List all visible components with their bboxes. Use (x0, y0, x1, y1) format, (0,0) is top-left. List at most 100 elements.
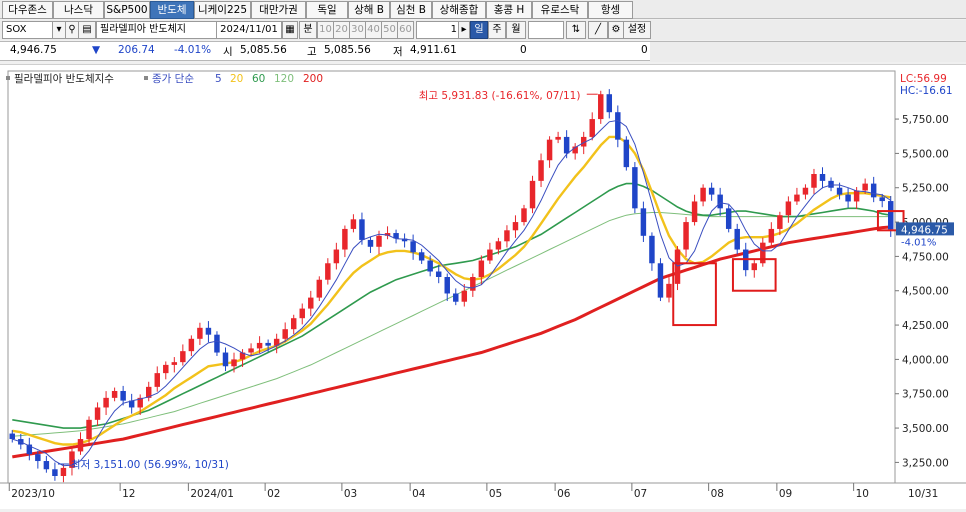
high-price: 5,085.56 (324, 44, 371, 56)
plot-frame (7, 70, 896, 484)
period-60-button[interactable]: 60 (397, 21, 414, 39)
tab-10[interactable]: 홍콩 H (486, 1, 532, 19)
candle (316, 276, 323, 302)
x-tick-label: 10 (856, 488, 869, 500)
hc-label: HC:-16.61 (900, 85, 953, 97)
x-tick-label: 09 (779, 488, 792, 500)
day-button[interactable]: 일 (470, 21, 488, 39)
last-pct-axis-label: -4.01% (901, 237, 936, 248)
legend-ma-200: 200 (303, 73, 323, 85)
x-tick-label: 05 (489, 488, 502, 500)
candle (657, 258, 664, 302)
candle (598, 90, 604, 124)
legend-ma-20: 20 (230, 73, 243, 85)
price-bar-blank (650, 42, 966, 62)
tab-1[interactable]: 나스닥 (53, 1, 104, 19)
open-price: 5,085.56 (240, 44, 287, 56)
period-10-button[interactable]: 10 (317, 21, 334, 39)
legend-price-type: 종가 단순 (152, 73, 194, 85)
x-tick-label: 2024/01 (190, 488, 234, 500)
legend-bullet (144, 76, 148, 80)
candle (529, 175, 536, 214)
x-tick-label: 07 (634, 488, 647, 500)
x-tick-label: 10/31 (908, 488, 938, 500)
candle (674, 246, 681, 291)
tab-9[interactable]: 상해종합 (432, 1, 486, 19)
legend-ma-5: 5 (215, 73, 222, 85)
x-tick-label: 12 (122, 488, 135, 500)
high-label: 고 (307, 46, 317, 58)
blank-field[interactable] (528, 21, 564, 39)
chart-toolbar: SOX ▾ ⚲ ▤ 필라델피아 반도체지 2024/11/01 ▦ 분 10 2… (0, 20, 966, 40)
period-50-button[interactable]: 50 (381, 21, 398, 39)
legend-bullet (6, 76, 10, 80)
tab-2[interactable]: S&P500 (104, 1, 150, 19)
tab-6[interactable]: 독일 (306, 1, 348, 19)
period-30-button[interactable]: 30 (349, 21, 366, 39)
date-field[interactable]: 2024/11/01 (216, 21, 282, 39)
candle (725, 204, 732, 233)
y-tick-label: 4,000.00 (902, 354, 949, 366)
open-label: 시 (223, 46, 233, 58)
y-tick-label: 5,250.00 (902, 183, 949, 195)
tab-5[interactable]: 대만가권 (251, 1, 306, 19)
price-change: 206.74 (118, 44, 155, 56)
y-tick-label: 3,500.00 (902, 423, 949, 435)
chart-title: 필라델피아 반도체지수 (14, 73, 114, 85)
count-input[interactable]: 1 (416, 21, 460, 39)
price-bar: 4,946.75 ▼ 206.74 -4.01% 시 5,085.56 고 5,… (0, 41, 966, 62)
settings-button[interactable]: 설정 (623, 21, 651, 39)
x-tick-label: 04 (412, 488, 426, 500)
x-tick-label: 03 (344, 488, 357, 500)
x-tick-label: 06 (557, 488, 571, 500)
last-price-axis-label: 4,946.75 (901, 224, 948, 236)
index-name-field: 필라델피아 반도체지 (96, 21, 219, 39)
market-tabs: 다우존스 나스닥 S&P500 반도체 니케이225 대만가권 독일 상해 B 심천 B 상해종합… (0, 0, 966, 19)
price-chart: 3,250.00 3,500.00 3,750.00 4,000.00 4,250.00… (0, 70, 966, 500)
tab-7[interactable]: 상해 B (348, 1, 390, 19)
week-button[interactable]: 주 (488, 21, 506, 39)
x-tick-label: 2023/10 (11, 488, 55, 500)
count-spin-icon[interactable]: ▸ (458, 21, 470, 39)
y-tick-label: 5,750.00 (902, 114, 949, 126)
tab-4[interactable]: 니케이225 (194, 1, 251, 19)
search-icon[interactable]: ⚲ (65, 21, 79, 39)
volume-value: 0 (520, 44, 527, 56)
candle (214, 331, 220, 356)
symbol-dropdown-icon[interactable]: ▾ (52, 21, 66, 39)
right-value: 0 (641, 44, 648, 56)
tab-8[interactable]: 심천 B (390, 1, 432, 19)
month-button[interactable]: 월 (506, 21, 526, 39)
stock-list-icon[interactable]: ▤ (78, 21, 96, 39)
low-price: 4,911.61 (410, 44, 457, 56)
gear-icon[interactable]: ⚙ (608, 21, 624, 39)
tab-11[interactable]: 유로스탁 (532, 1, 588, 19)
price-change-pct: -4.01% (174, 44, 212, 56)
indicator-icon[interactable]: ⇅ (566, 21, 586, 39)
lc-label: LC:56.99 (900, 73, 947, 85)
period-minute-button[interactable]: 분 (299, 21, 317, 39)
period-40-button[interactable]: 40 (365, 21, 382, 39)
last-price: 4,946.75 (10, 44, 57, 56)
x-tick-label: 08 (711, 488, 724, 500)
low-label: 저 (393, 46, 403, 58)
candle (623, 136, 630, 171)
period-20-button[interactable]: 20 (333, 21, 350, 39)
y-tick-label: 4,250.00 (902, 320, 949, 332)
tab-12[interactable]: 항셍 (588, 1, 633, 19)
y-tick-label: 3,250.00 (902, 457, 949, 469)
min-annotation: 최저 3,151.00 (56.99%, 10/31) (71, 459, 229, 471)
drawing-tool-icon[interactable]: ╱ (588, 21, 608, 39)
y-tick-label: 5,500.00 (902, 148, 949, 160)
down-arrow-icon: ▼ (92, 44, 101, 56)
y-tick-label: 3,750.00 (902, 389, 949, 401)
legend-ma-60: 60 (252, 73, 265, 85)
tab-0[interactable]: 다우존스 (2, 1, 53, 19)
y-tick-label: 4,750.00 (902, 251, 949, 263)
tab-3[interactable]: 반도체 (150, 1, 194, 19)
calendar-icon[interactable]: ▦ (282, 21, 298, 39)
candle (632, 162, 638, 214)
max-annotation: 최고 5,931.83 (-16.61%, 07/11) (419, 90, 581, 102)
symbol-input[interactable]: SOX (2, 21, 55, 39)
x-tick-label: 02 (267, 488, 280, 500)
